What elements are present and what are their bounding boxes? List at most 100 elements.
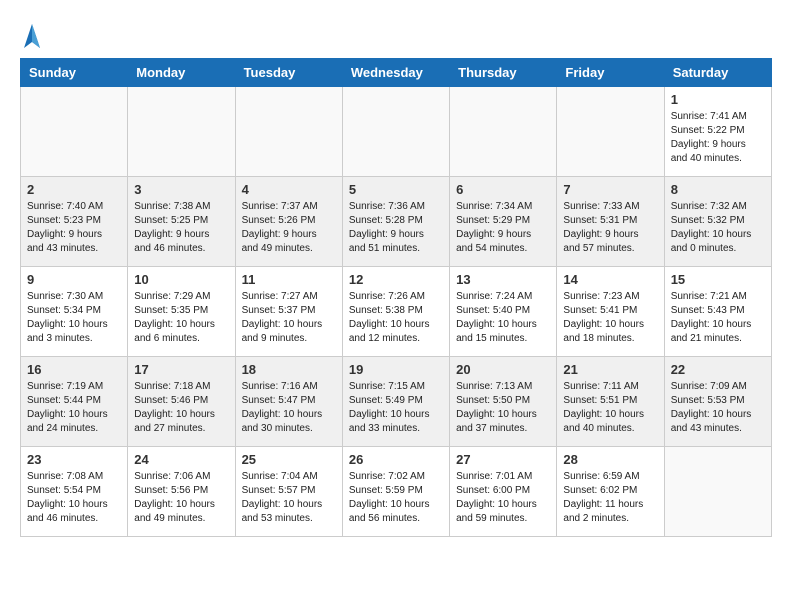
day-info: Sunrise: 7:27 AM Sunset: 5:37 PM Dayligh… <box>242 290 336 346</box>
calendar-day-cell: 26 Sunrise: 7:02 AM Sunset: 5:59 PM Dayli… <box>342 447 449 537</box>
day-info: Sunrise: 7:11 AM Sunset: 5:51 PM Dayligh… <box>563 380 657 436</box>
day-info: Sunrise: 7:06 AM Sunset: 5:56 PM Dayligh… <box>134 470 228 526</box>
calendar-day-cell: 8 Sunrise: 7:32 AM Sunset: 5:32 PM Daylig… <box>664 177 771 267</box>
calendar-day-cell: 24Sunrise: 7:06 AM Sunset: 5:56 PM Dayli… <box>128 447 235 537</box>
day-info: Sunrise: 7:02 AM Sunset: 5:59 PM Dayligh… <box>349 470 443 526</box>
day-info: Sunrise: 7:21 AM Sunset: 5:43 PM Dayligh… <box>671 290 765 346</box>
day-number: 22 <box>671 362 765 377</box>
calendar-day-cell: 22 Sunrise: 7:09 AM Sunset: 5:53 PM Dayli… <box>664 357 771 447</box>
calendar-day-cell: 10Sunrise: 7:29 AM Sunset: 5:35 PM Dayli… <box>128 267 235 357</box>
day-number: 16 <box>27 362 121 377</box>
day-info: Sunrise: 7:19 AM Sunset: 5:44 PM Dayligh… <box>27 380 121 436</box>
calendar-day-cell <box>21 87 128 177</box>
calendar-day-cell: 11 Sunrise: 7:27 AM Sunset: 5:37 PM Dayli… <box>235 267 342 357</box>
calendar-day-cell: 12Sunrise: 7:26 AM Sunset: 5:38 PM Dayli… <box>342 267 449 357</box>
day-info: Sunrise: 7:16 AM Sunset: 5:47 PM Dayligh… <box>242 380 336 436</box>
calendar-day-cell: 23 Sunrise: 7:08 AM Sunset: 5:54 PM Dayli… <box>21 447 128 537</box>
calendar-day-cell: 27Sunrise: 7:01 AM Sunset: 6:00 PM Dayli… <box>450 447 557 537</box>
calendar-day-cell: 3Sunrise: 7:38 AM Sunset: 5:25 PM Daylig… <box>128 177 235 267</box>
day-info: Sunrise: 7:37 AM Sunset: 5:26 PM Dayligh… <box>242 200 336 256</box>
weekday-header: Friday <box>557 59 664 87</box>
calendar-day-cell <box>342 87 449 177</box>
calendar-day-cell: 25 Sunrise: 7:04 AM Sunset: 5:57 PM Dayli… <box>235 447 342 537</box>
calendar-day-cell <box>557 87 664 177</box>
day-info: Sunrise: 7:30 AM Sunset: 5:34 PM Dayligh… <box>27 290 121 346</box>
day-number: 7 <box>563 182 657 197</box>
day-number: 9 <box>27 272 121 287</box>
weekday-header: Saturday <box>664 59 771 87</box>
calendar-day-cell <box>128 87 235 177</box>
calendar-day-cell <box>450 87 557 177</box>
calendar-table: SundayMondayTuesdayWednesdayThursdayFrid… <box>20 58 772 537</box>
day-number: 1 <box>671 92 765 107</box>
day-number: 20 <box>456 362 550 377</box>
day-number: 19 <box>349 362 443 377</box>
day-number: 26 <box>349 452 443 467</box>
calendar-day-cell: 15 Sunrise: 7:21 AM Sunset: 5:43 PM Dayli… <box>664 267 771 357</box>
day-info: Sunrise: 7:40 AM Sunset: 5:23 PM Dayligh… <box>27 200 121 256</box>
day-number: 8 <box>671 182 765 197</box>
weekday-header: Wednesday <box>342 59 449 87</box>
calendar-day-cell: 17 Sunrise: 7:18 AM Sunset: 5:46 PM Dayli… <box>128 357 235 447</box>
calendar-day-cell: 2 Sunrise: 7:40 AM Sunset: 5:23 PM Daylig… <box>21 177 128 267</box>
day-info: Sunrise: 7:15 AM Sunset: 5:49 PM Dayligh… <box>349 380 443 436</box>
day-number: 18 <box>242 362 336 377</box>
calendar-day-cell: 28 Sunrise: 6:59 AM Sunset: 6:02 PM Dayli… <box>557 447 664 537</box>
day-number: 2 <box>27 182 121 197</box>
day-info: Sunrise: 7:32 AM Sunset: 5:32 PM Dayligh… <box>671 200 765 256</box>
day-number: 25 <box>242 452 336 467</box>
day-info: Sunrise: 7:34 AM Sunset: 5:29 PM Dayligh… <box>456 200 550 256</box>
calendar-day-cell: 19 Sunrise: 7:15 AM Sunset: 5:49 PM Dayli… <box>342 357 449 447</box>
day-info: Sunrise: 6:59 AM Sunset: 6:02 PM Dayligh… <box>563 470 657 526</box>
calendar-day-cell: 6Sunrise: 7:34 AM Sunset: 5:29 PM Daylig… <box>450 177 557 267</box>
day-info: Sunrise: 7:01 AM Sunset: 6:00 PM Dayligh… <box>456 470 550 526</box>
weekday-header: Tuesday <box>235 59 342 87</box>
calendar-day-cell <box>235 87 342 177</box>
calendar-week-row: 23 Sunrise: 7:08 AM Sunset: 5:54 PM Dayli… <box>21 447 772 537</box>
calendar-week-row: 9 Sunrise: 7:30 AM Sunset: 5:34 PM Daylig… <box>21 267 772 357</box>
day-info: Sunrise: 7:33 AM Sunset: 5:31 PM Dayligh… <box>563 200 657 256</box>
calendar-week-row: 2 Sunrise: 7:40 AM Sunset: 5:23 PM Daylig… <box>21 177 772 267</box>
day-info: Sunrise: 7:13 AM Sunset: 5:50 PM Dayligh… <box>456 380 550 436</box>
day-info: Sunrise: 7:24 AM Sunset: 5:40 PM Dayligh… <box>456 290 550 346</box>
calendar-day-cell: 9 Sunrise: 7:30 AM Sunset: 5:34 PM Daylig… <box>21 267 128 357</box>
calendar-day-cell: 16 Sunrise: 7:19 AM Sunset: 5:44 PM Dayli… <box>21 357 128 447</box>
day-info: Sunrise: 7:23 AM Sunset: 5:41 PM Dayligh… <box>563 290 657 346</box>
calendar-day-cell: 14 Sunrise: 7:23 AM Sunset: 5:41 PM Dayli… <box>557 267 664 357</box>
day-number: 3 <box>134 182 228 197</box>
day-info: Sunrise: 7:04 AM Sunset: 5:57 PM Dayligh… <box>242 470 336 526</box>
weekday-header: Monday <box>128 59 235 87</box>
day-info: Sunrise: 7:18 AM Sunset: 5:46 PM Dayligh… <box>134 380 228 436</box>
calendar-day-cell <box>664 447 771 537</box>
day-number: 13 <box>456 272 550 287</box>
day-number: 5 <box>349 182 443 197</box>
day-number: 12 <box>349 272 443 287</box>
day-number: 4 <box>242 182 336 197</box>
calendar-day-cell: 5 Sunrise: 7:36 AM Sunset: 5:28 PM Daylig… <box>342 177 449 267</box>
calendar-week-row: 1 Sunrise: 7:41 AM Sunset: 5:22 PM Daylig… <box>21 87 772 177</box>
calendar-day-cell: 20 Sunrise: 7:13 AM Sunset: 5:50 PM Dayli… <box>450 357 557 447</box>
day-number: 28 <box>563 452 657 467</box>
calendar-day-cell: 1 Sunrise: 7:41 AM Sunset: 5:22 PM Daylig… <box>664 87 771 177</box>
day-info: Sunrise: 7:09 AM Sunset: 5:53 PM Dayligh… <box>671 380 765 436</box>
calendar-header-row: SundayMondayTuesdayWednesdayThursdayFrid… <box>21 59 772 87</box>
calendar-day-cell: 4 Sunrise: 7:37 AM Sunset: 5:26 PM Daylig… <box>235 177 342 267</box>
day-number: 23 <box>27 452 121 467</box>
day-info: Sunrise: 7:36 AM Sunset: 5:28 PM Dayligh… <box>349 200 443 256</box>
day-number: 14 <box>563 272 657 287</box>
calendar-week-row: 16 Sunrise: 7:19 AM Sunset: 5:44 PM Dayli… <box>21 357 772 447</box>
calendar-day-cell: 21 Sunrise: 7:11 AM Sunset: 5:51 PM Dayli… <box>557 357 664 447</box>
day-info: Sunrise: 7:41 AM Sunset: 5:22 PM Dayligh… <box>671 110 765 166</box>
calendar-day-cell: 13 Sunrise: 7:24 AM Sunset: 5:40 PM Dayli… <box>450 267 557 357</box>
weekday-header: Thursday <box>450 59 557 87</box>
logo <box>20 20 42 48</box>
weekday-header: Sunday <box>21 59 128 87</box>
day-number: 17 <box>134 362 228 377</box>
day-number: 15 <box>671 272 765 287</box>
day-info: Sunrise: 7:08 AM Sunset: 5:54 PM Dayligh… <box>27 470 121 526</box>
logo-icon <box>22 20 42 48</box>
day-number: 21 <box>563 362 657 377</box>
calendar-day-cell: 7 Sunrise: 7:33 AM Sunset: 5:31 PM Daylig… <box>557 177 664 267</box>
day-number: 11 <box>242 272 336 287</box>
calendar-day-cell: 18 Sunrise: 7:16 AM Sunset: 5:47 PM Dayli… <box>235 357 342 447</box>
